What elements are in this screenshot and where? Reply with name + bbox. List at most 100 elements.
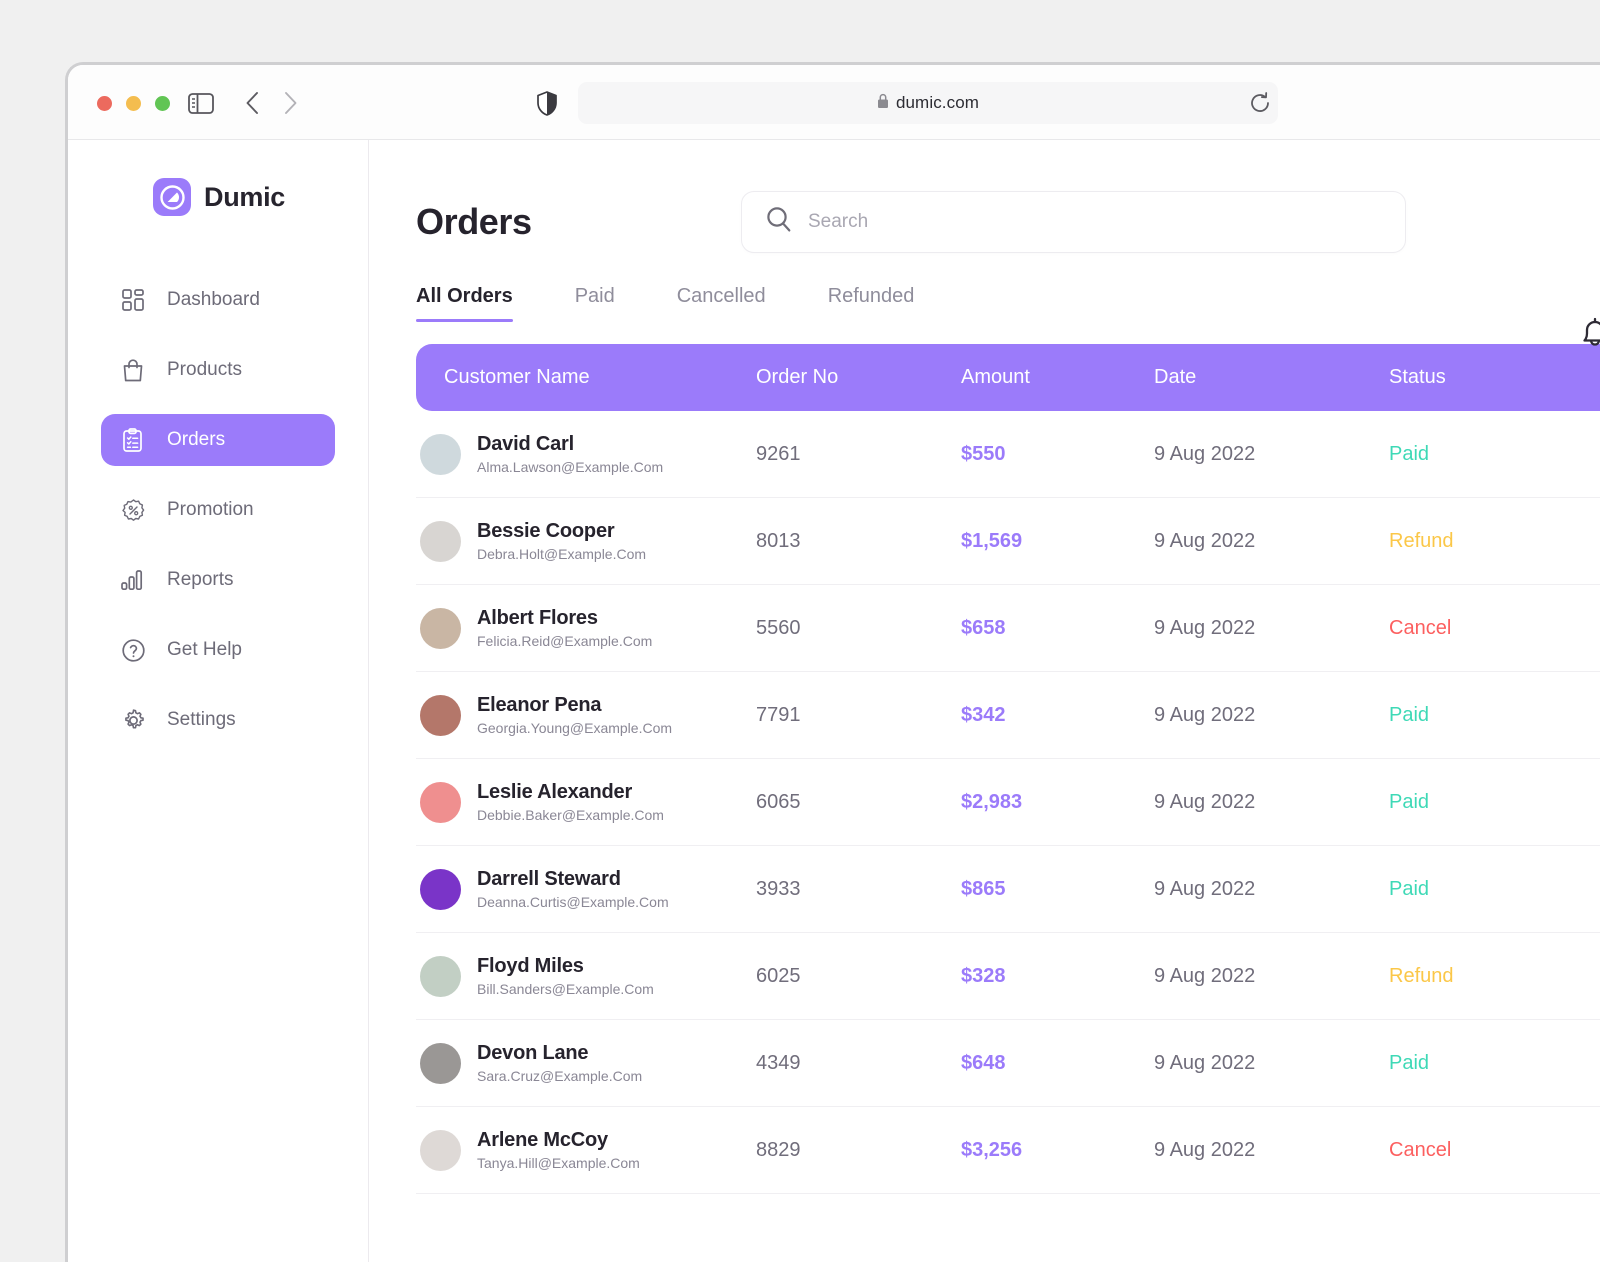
- order-number: 8013: [756, 530, 961, 553]
- sidebar-item-settings[interactable]: Settings: [101, 694, 335, 746]
- address-url: dumic.com: [896, 93, 979, 113]
- customer-name: Leslie Alexander: [477, 781, 664, 804]
- table-row[interactable]: David CarlAlma.Lawson@Example.Com9261$55…: [416, 411, 1600, 498]
- avatar: [420, 608, 461, 649]
- orders-table: Customer Name Order No Amount Date Statu…: [369, 344, 1600, 1194]
- search-input[interactable]: [808, 211, 1381, 233]
- sidebar-item-reports[interactable]: Reports: [101, 554, 335, 606]
- customer-email: Felicia.Reid@Example.Com: [477, 633, 652, 649]
- table-header-row: Customer Name Order No Amount Date Statu…: [416, 344, 1600, 411]
- column-header-customer-name: Customer Name: [416, 366, 756, 389]
- dumic-logo-icon: [153, 178, 191, 216]
- tab-label: All Orders: [416, 285, 513, 307]
- customer-email: Deanna.Curtis@Example.Com: [477, 894, 669, 910]
- status-badge: Paid: [1389, 1052, 1600, 1075]
- sidebar: Dumic Dashboard: [68, 140, 369, 1262]
- order-number: 8829: [756, 1139, 961, 1162]
- order-date: 9 Aug 2022: [1154, 443, 1389, 466]
- order-date: 9 Aug 2022: [1154, 791, 1389, 814]
- sidebar-toggle-icon[interactable]: [186, 89, 216, 117]
- order-number: 6025: [756, 965, 961, 988]
- sidebar-nav: Dashboard Products: [68, 274, 368, 746]
- notifications-button[interactable]: [1567, 308, 1600, 364]
- sidebar-item-orders[interactable]: Orders: [101, 414, 335, 466]
- main-header: Orders: [369, 140, 1600, 265]
- table-row[interactable]: Arlene McCoyTanya.Hill@Example.Com8829$3…: [416, 1107, 1600, 1194]
- gear-icon: [121, 708, 145, 732]
- customer-email: Georgia.Young@Example.Com: [477, 720, 672, 736]
- tab-label: Refunded: [828, 285, 915, 307]
- address-bar[interactable]: dumic.com: [578, 82, 1278, 124]
- sidebar-item-get-help[interactable]: Get Help: [101, 624, 335, 676]
- brand-logo[interactable]: Dumic: [68, 178, 368, 216]
- avatar: [420, 956, 461, 997]
- customer-name: Albert Flores: [477, 607, 652, 630]
- table-row[interactable]: Darrell Steward Deanna.Curtis@Example.Com…: [416, 846, 1600, 933]
- table-row[interactable]: Leslie AlexanderDebbie.Baker@Example.Com…: [416, 759, 1600, 846]
- customer-name: Darrell Steward: [477, 868, 669, 891]
- sidebar-item-dashboard[interactable]: Dashboard: [101, 274, 335, 326]
- search-box[interactable]: [741, 191, 1406, 253]
- browser-chrome: dumic.com: [68, 65, 1600, 140]
- status-badge: Refund: [1389, 965, 1600, 988]
- sidebar-item-products[interactable]: Products: [101, 344, 335, 396]
- app-body: Dumic Dashboard: [68, 140, 1600, 1262]
- minimize-window-button[interactable]: [126, 96, 141, 111]
- bars-icon: [121, 568, 145, 592]
- order-date: 9 Aug 2022: [1154, 878, 1389, 901]
- clipboard-icon: [121, 428, 145, 452]
- shield-icon[interactable]: [533, 89, 561, 117]
- table-row[interactable]: Floyd MilesBill.Sanders@Example.Com6025$…: [416, 933, 1600, 1020]
- tab-label: Paid: [575, 285, 615, 307]
- order-amount: $2,983: [961, 791, 1154, 814]
- order-amount: $865: [961, 878, 1154, 901]
- maximize-window-button[interactable]: [155, 96, 170, 111]
- customer-name: Bessie Cooper: [477, 520, 646, 543]
- sidebar-item-label: Reports: [167, 569, 234, 591]
- order-amount: $342: [961, 704, 1154, 727]
- order-date: 9 Aug 2022: [1154, 530, 1389, 553]
- order-date: 9 Aug 2022: [1154, 704, 1389, 727]
- percent-icon: [121, 498, 145, 522]
- close-window-button[interactable]: [97, 96, 112, 111]
- order-amount: $550: [961, 443, 1154, 466]
- table-row[interactable]: Eleanor Pena Georgia.Young@Example.Com 779…: [416, 672, 1600, 759]
- column-header-amount: Amount: [961, 366, 1154, 389]
- avatar: [420, 1043, 461, 1084]
- customer-email: Sara.Cruz@Example.Com: [477, 1068, 642, 1084]
- reload-icon[interactable]: [1246, 89, 1274, 117]
- bag-icon: [121, 358, 145, 382]
- tab-all-orders[interactable]: All Orders: [416, 285, 513, 322]
- customer-name: Eleanor Pena: [477, 694, 672, 717]
- avatar: [420, 521, 461, 562]
- sidebar-item-promotion[interactable]: Promotion: [101, 484, 335, 536]
- table-row[interactable]: Bessie Cooper Debra.Holt@Example.Com 8013$…: [416, 498, 1600, 585]
- tab-refunded[interactable]: Refunded: [828, 285, 915, 322]
- avatar: [420, 869, 461, 910]
- tab-paid[interactable]: Paid: [575, 285, 615, 322]
- chevron-right-icon[interactable]: [277, 89, 305, 117]
- chevron-left-icon[interactable]: [238, 89, 266, 117]
- orders-tabs: All Orders Paid Cancelled Refunded: [369, 285, 1600, 322]
- order-amount: $1,569: [961, 530, 1154, 553]
- order-number: 4349: [756, 1052, 961, 1075]
- customer-email: Debra.Holt@Example.Com: [477, 546, 646, 562]
- order-number: 3933: [756, 878, 961, 901]
- status-badge: Paid: [1389, 878, 1600, 901]
- customer-name: Floyd Miles: [477, 955, 654, 978]
- customer-email: Alma.Lawson@Example.Com: [477, 459, 663, 475]
- table-row[interactable]: Albert FloresFelicia.Reid@Example.Com556…: [416, 585, 1600, 672]
- avatar: [420, 782, 461, 823]
- sidebar-item-label: Promotion: [167, 499, 254, 521]
- order-number: 7791: [756, 704, 961, 727]
- question-icon: [121, 638, 145, 662]
- order-date: 9 Aug 2022: [1154, 1052, 1389, 1075]
- column-header-order-no: Order No: [756, 366, 961, 389]
- table-row[interactable]: Devon LaneSara.Cruz@Example.Com4349$6489…: [416, 1020, 1600, 1107]
- sidebar-item-label: Get Help: [167, 639, 242, 661]
- bell-icon: [1578, 316, 1600, 357]
- browser-window: dumic.com Dumic: [65, 62, 1600, 1262]
- tab-cancelled[interactable]: Cancelled: [677, 285, 766, 322]
- customer-email: Tanya.Hill@Example.Com: [477, 1155, 640, 1171]
- page-title: Orders: [416, 201, 741, 243]
